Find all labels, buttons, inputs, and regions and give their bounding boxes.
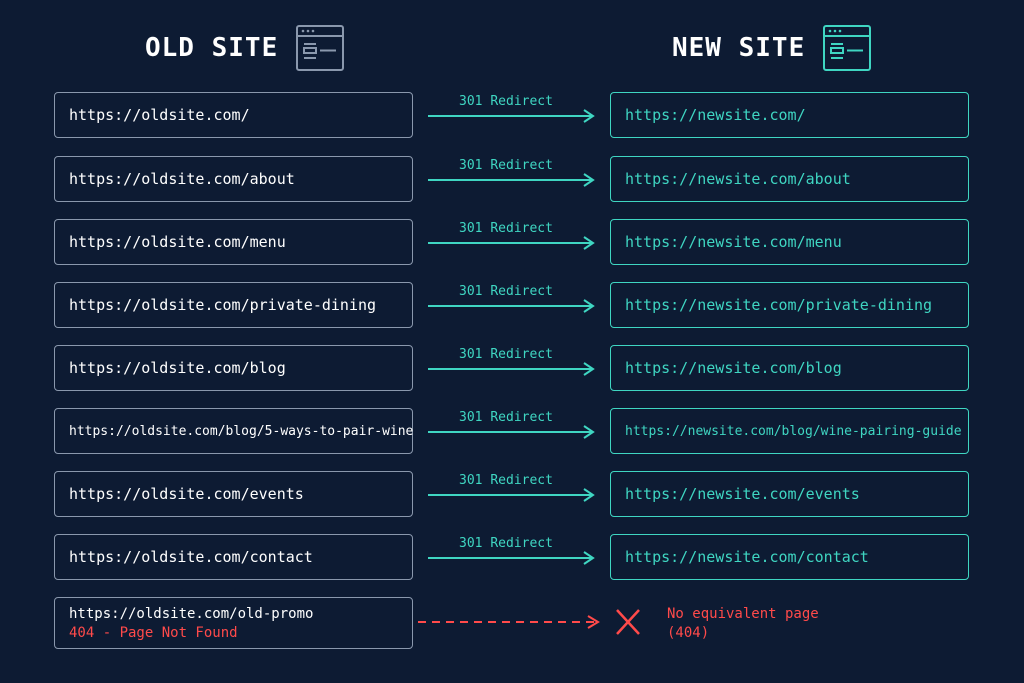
redirect-label: 301 Redirect — [459, 284, 553, 299]
browser-window-icon — [823, 25, 872, 71]
not-found-status: 404 - Page Not Found — [69, 625, 238, 641]
redirect-label: 301 Redirect — [459, 221, 553, 236]
redirect-arrow — [428, 109, 595, 123]
redirect-label: 301 Redirect — [459, 158, 553, 173]
not-found-row: https://oldsite.com/old-promo 404 - Page… — [0, 597, 1024, 651]
new-site-title: NEW SITE — [672, 33, 806, 63]
new-url-box: https://newsite.com/about — [610, 156, 969, 202]
redirect-row: https://oldsite.com/blog 301 Redirect ht… — [0, 345, 1024, 393]
redirect-label: 301 Redirect — [459, 94, 553, 109]
redirect-arrow — [428, 173, 595, 187]
redirect-label: 301 Redirect — [459, 410, 553, 425]
no-equivalent-text: No equivalent page (404) — [667, 605, 819, 643]
new-url-box: https://newsite.com/events — [610, 471, 969, 517]
redirect-arrow — [428, 362, 595, 376]
redirect-row: https://oldsite.com/about 301 Redirect h… — [0, 156, 1024, 204]
redirect-label: 301 Redirect — [459, 473, 553, 488]
old-url-box: https://oldsite.com/blog/5-ways-to-pair-… — [54, 408, 413, 454]
redirect-arrow — [428, 551, 595, 565]
old-url: https://oldsite.com/old-promo — [69, 606, 314, 622]
redirect-label: 301 Redirect — [459, 536, 553, 551]
new-url-box: https://newsite.com/blog — [610, 345, 969, 391]
redirect-arrow — [428, 488, 595, 502]
redirect-arrow — [428, 236, 595, 250]
no-equivalent-line2: (404) — [667, 625, 710, 641]
old-url-box: https://oldsite.com/menu — [54, 219, 413, 265]
new-url-box: https://newsite.com/private-dining — [610, 282, 969, 328]
new-url-box: https://newsite.com/blog/wine-pairing-gu… — [610, 408, 969, 454]
old-url-box: https://oldsite.com/private-dining — [54, 282, 413, 328]
no-equivalent-line1: No equivalent page — [667, 606, 819, 622]
old-url-box: https://oldsite.com/ — [54, 92, 413, 138]
redirect-row: https://oldsite.com/menu 301 Redirect ht… — [0, 219, 1024, 267]
new-site-header: NEW SITE — [672, 24, 872, 72]
redirect-row: https://oldsite.com/contact 301 Redirect… — [0, 534, 1024, 582]
redirect-arrow — [428, 425, 595, 439]
browser-window-icon — [296, 25, 345, 71]
redirect-arrow — [428, 299, 595, 313]
redirect-label: 301 Redirect — [459, 347, 553, 362]
redirect-row: https://oldsite.com/events 301 Redirect … — [0, 471, 1024, 519]
old-url-box: https://oldsite.com/events — [54, 471, 413, 517]
redirect-row: https://oldsite.com/blog/5-ways-to-pair-… — [0, 408, 1024, 456]
redirect-row: https://oldsite.com/private-dining 301 R… — [0, 282, 1024, 330]
new-url-box: https://newsite.com/ — [610, 92, 969, 138]
old-url-box: https://oldsite.com/about — [54, 156, 413, 202]
new-url-box: https://newsite.com/menu — [610, 219, 969, 265]
x-icon — [616, 609, 640, 635]
redirect-row: https://oldsite.com/ 301 Redirect https:… — [0, 92, 1024, 140]
old-url-box: https://oldsite.com/blog — [54, 345, 413, 391]
old-site-header: OLD SITE — [145, 24, 345, 72]
old-url-box: https://oldsite.com/contact — [54, 534, 413, 580]
old-site-title: OLD SITE — [145, 33, 279, 63]
new-url-box: https://newsite.com/contact — [610, 534, 969, 580]
old-url-box-404: https://oldsite.com/old-promo 404 - Page… — [54, 597, 413, 649]
dashed-arrow — [418, 615, 600, 629]
